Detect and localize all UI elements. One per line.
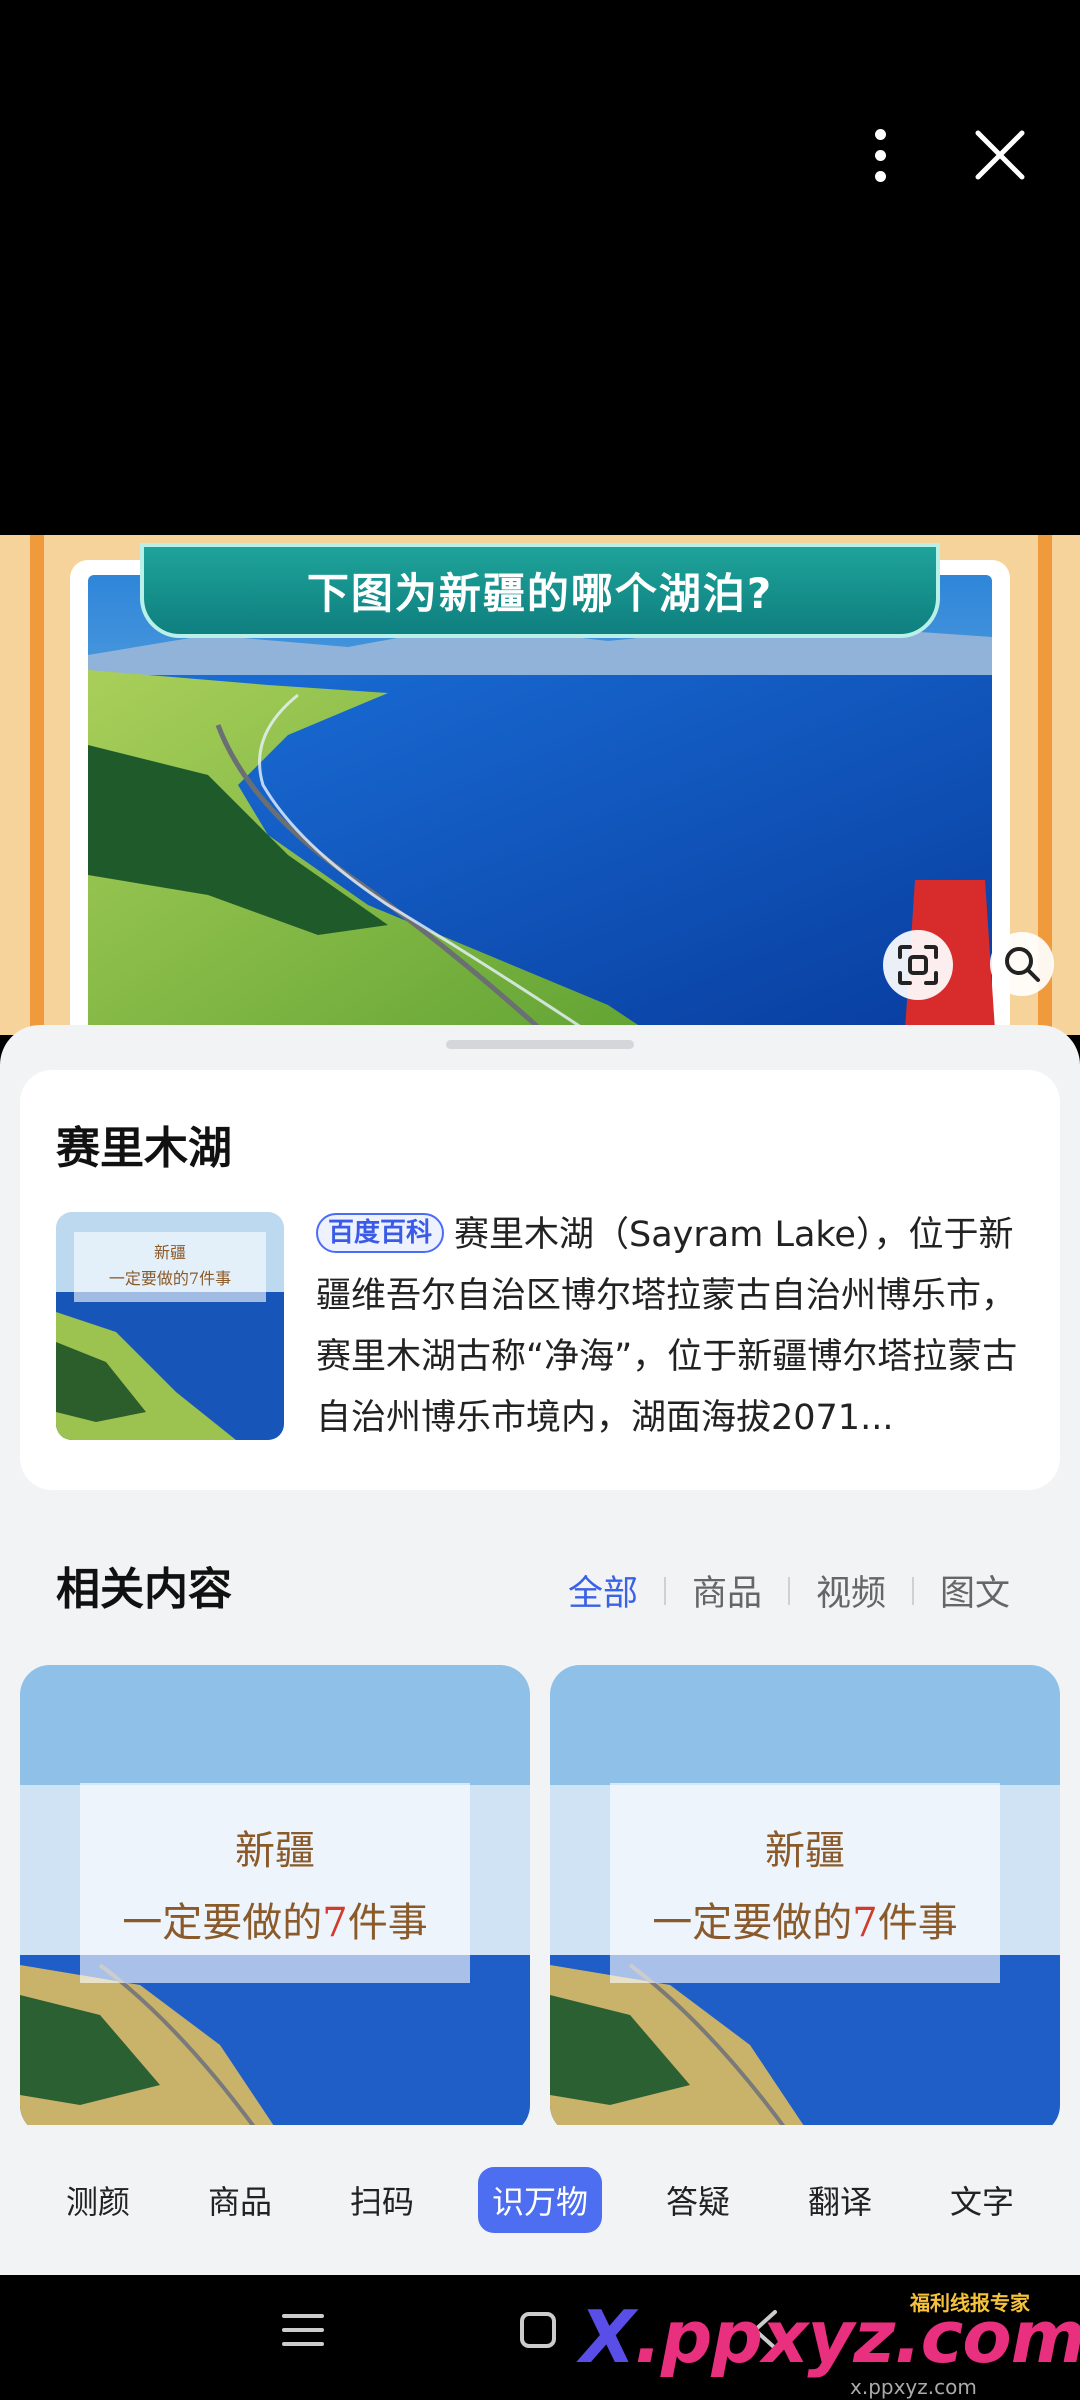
caption-text: 一定要做的 (122, 1900, 323, 1946)
search-icon (1005, 947, 1040, 982)
more-dot (874, 170, 886, 182)
caption-number: 7 (852, 1900, 878, 1946)
result-thumbnail[interactable]: 新疆 一定要做的7件事 (56, 1212, 284, 1440)
menu-icon[interactable] (280, 2310, 326, 2350)
tool-tab-answer[interactable]: 答疑 (652, 2167, 744, 2233)
watermark-x: X (580, 2295, 636, 2379)
related-filter-tabs: 全部 商品 视频 图文 (568, 1565, 1010, 1616)
tile-caption: 新疆 一定要做的7件事 (610, 1783, 1000, 1983)
filter-videos[interactable]: 视频 (816, 1565, 886, 1616)
thumb-line1: 新疆 (154, 1243, 186, 1262)
more-dot (874, 149, 886, 161)
related-tile[interactable]: 新疆 一定要做的7件事 (550, 1665, 1060, 2135)
tile-caption: 新疆 一定要做的7件事 (80, 1783, 470, 1983)
lens-button[interactable] (883, 930, 953, 1000)
photo-banner: 下图为新疆的哪个湖泊? (140, 543, 940, 638)
watermark-url: x.ppxyz.com (850, 2375, 977, 2399)
more-options-button[interactable] (850, 120, 910, 190)
result-title: 赛里木湖 (56, 1123, 232, 1174)
sheet-drag-handle[interactable] (446, 1040, 634, 1049)
home-square-icon[interactable] (518, 2310, 558, 2350)
watermark-tag: 福利线报专家 (910, 2291, 1030, 2315)
tile-caption-line2: 一定要做的7件事 (652, 1890, 957, 1948)
divider (787, 1576, 790, 1605)
decor-stripe (30, 535, 44, 1035)
result-description-block[interactable]: 百度百科 赛里木湖（Sayram Lake），位于新疆维吾尔自治区博尔塔拉蒙古自治… (316, 1205, 1026, 1449)
tool-tab-identify-all[interactable]: 识万物 (477, 2167, 602, 2233)
scan-focus-icon (898, 945, 938, 985)
search-button[interactable] (990, 932, 1054, 996)
results-sheet[interactable]: 赛里木湖 新疆 一定要做的7件事 百度百科 赛里木湖（Sayram Lake），位… (0, 1025, 1080, 2275)
thumb-line2: 一定要做的7件事 (109, 1269, 231, 1288)
related-tile[interactable]: 新疆 一定要做的7件事 (20, 1665, 530, 2135)
tool-tab-products[interactable]: 商品 (194, 2167, 286, 2233)
filter-posts[interactable]: 图文 (940, 1565, 1010, 1616)
tool-tab-scan-code[interactable]: 扫码 (336, 2167, 428, 2233)
watermark: X.ppxyz.com 福利线报专家 x.ppxyz.com (580, 2275, 1080, 2400)
tile-caption-line2: 一定要做的7件事 (122, 1890, 427, 1948)
divider (663, 1576, 666, 1605)
filter-products[interactable]: 商品 (692, 1565, 762, 1616)
related-title: 相关内容 (56, 1564, 232, 1615)
divider (911, 1576, 914, 1605)
filter-all[interactable]: 全部 (568, 1565, 638, 1616)
result-card[interactable]: 赛里木湖 新疆 一定要做的7件事 百度百科 赛里木湖（Sayram Lake），位… (20, 1070, 1060, 1490)
caption-number: 7 (322, 1900, 348, 1946)
tool-tab-translate[interactable]: 翻译 (794, 2167, 886, 2233)
tool-mode-tabs: 测颜 商品 扫码 识万物 答疑 翻译 文字 (0, 2125, 1080, 2275)
close-button[interactable] (970, 125, 1030, 185)
tile-caption-line1: 新疆 (235, 1828, 315, 1874)
tool-tab-face[interactable]: 测颜 (52, 2167, 144, 2233)
tool-tab-text[interactable]: 文字 (936, 2167, 1028, 2233)
tile-caption-line1: 新疆 (765, 1828, 845, 1874)
baike-badge: 百度百科 (316, 1213, 445, 1253)
caption-text: 一定要做的 (652, 1900, 853, 1946)
lake-scene (88, 575, 992, 1035)
caption-text: 件事 (347, 1900, 428, 1946)
caption-text: 件事 (877, 1900, 958, 1946)
more-vertical-icon (874, 128, 886, 140)
close-icon (975, 130, 1025, 180)
viewer-top-area (0, 0, 1080, 540)
